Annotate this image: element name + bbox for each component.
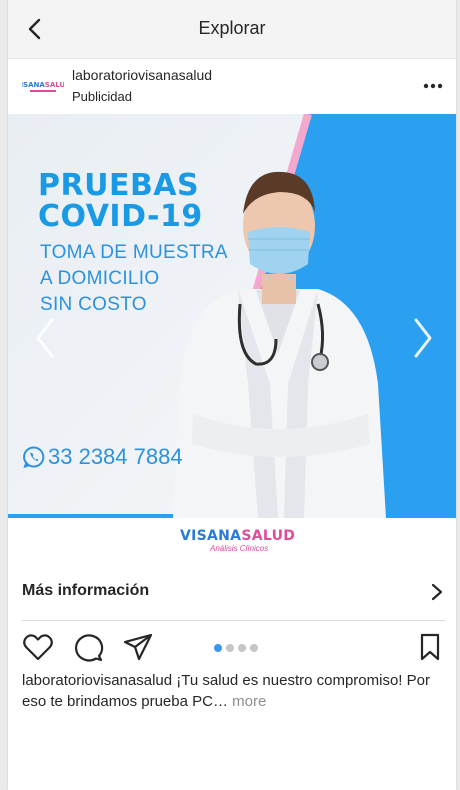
phone-number: 33 2384 7884: [48, 444, 183, 469]
more-info-label: Más información: [22, 582, 150, 599]
more-info-button[interactable]: Más información: [8, 562, 456, 620]
ad-phone: 33 2384 7884: [22, 444, 183, 470]
post-media[interactable]: PRUEBAS COVID-19 TOMA DE MUESTRA A DOMIC…: [8, 114, 456, 562]
logo-subtitle: Análisis Clínicos: [210, 544, 269, 553]
post-caption: laboratoriovisanasalud ¡Tu salud es nues…: [22, 670, 442, 712]
carousel-dot: [238, 644, 246, 652]
page-title: Explorar: [198, 18, 266, 38]
post-screen: Explorar VISANASALUD laboratoriovisanasa…: [8, 0, 456, 790]
subheadline-line: A DOMICILIO: [40, 268, 160, 289]
share-icon[interactable]: [122, 632, 154, 662]
action-bar: [8, 624, 456, 670]
top-bar: Explorar: [8, 0, 456, 59]
carousel-dot: [214, 644, 222, 652]
chevron-right-icon: [431, 583, 443, 601]
whatsapp-icon: [23, 446, 45, 469]
headline-line: PRUEBAS: [38, 168, 200, 203]
carousel-dot: [250, 644, 258, 652]
ad-subheadline: TOMA DE MUESTRA A DOMICILIO SIN COSTO: [40, 240, 228, 318]
logo-wordmark: VISANASALUD: [180, 528, 295, 544]
subheadline-line: SIN COSTO: [40, 294, 147, 315]
divider: [22, 620, 446, 621]
heart-icon[interactable]: [22, 632, 54, 662]
brand-logo: VISANASALUD Análisis Clínicos: [8, 518, 456, 562]
carousel-indicator: [214, 644, 258, 652]
comment-icon[interactable]: [72, 632, 104, 662]
carousel-prev-icon[interactable]: [32, 316, 58, 360]
logo-part: SALUD: [241, 528, 296, 544]
sponsored-label: Publicidad: [72, 89, 132, 104]
carousel-next-icon[interactable]: [410, 316, 436, 360]
logo-part: VISANA: [180, 528, 242, 544]
subheadline-line: TOMA DE MUESTRA: [40, 242, 228, 263]
svg-text:VISANASALUD: VISANASALUD: [22, 81, 64, 89]
headline-line: COVID-19: [38, 199, 203, 234]
caption-username[interactable]: laboratoriovisanasalud: [22, 672, 172, 689]
bookmark-icon[interactable]: [416, 632, 444, 662]
caption-more-link[interactable]: more: [232, 693, 266, 710]
avatar[interactable]: VISANASALUD: [22, 72, 64, 100]
post-header: VISANASALUD laboratoriovisanasalud Publi…: [8, 58, 456, 114]
post-username[interactable]: laboratoriovisanasalud: [72, 67, 212, 83]
ad-headline: PRUEBAS COVID-19: [38, 170, 203, 232]
carousel-dot: [226, 644, 234, 652]
more-dots-icon[interactable]: [422, 76, 444, 96]
